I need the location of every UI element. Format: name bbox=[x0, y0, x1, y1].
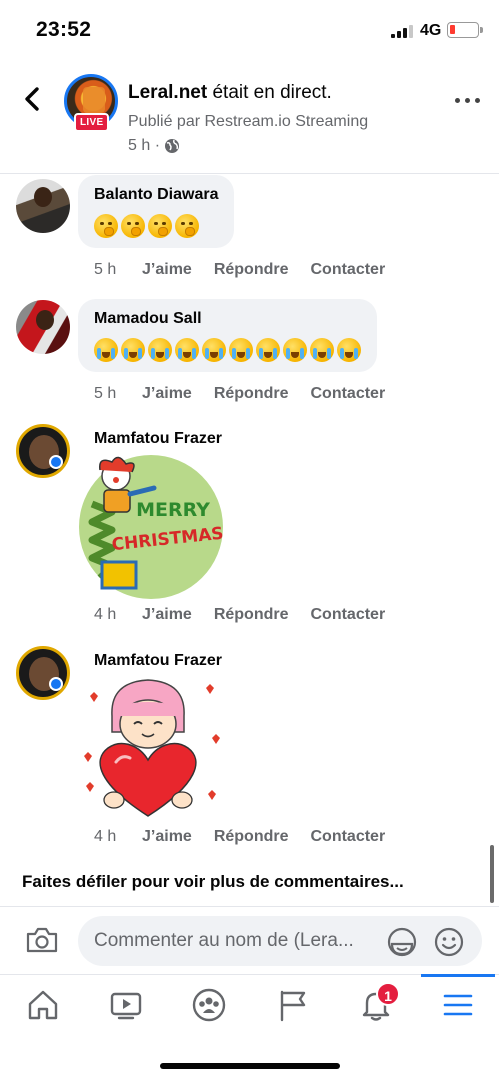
emoji-icon[interactable] bbox=[434, 927, 464, 957]
post-meta: 5 h · bbox=[128, 137, 180, 155]
back-icon[interactable] bbox=[18, 84, 48, 114]
crying-face-emoji bbox=[148, 338, 172, 362]
sticker-text-merry: MERRY bbox=[136, 499, 210, 521]
status-time: 23:52 bbox=[36, 18, 92, 41]
comment-author[interactable]: Balanto Diawara bbox=[94, 186, 218, 204]
contact-button[interactable]: Contacter bbox=[310, 828, 385, 846]
crying-face-emoji bbox=[121, 338, 145, 362]
comment-actions: 4 h J’aime Répondre Contacter bbox=[94, 828, 407, 846]
tab-home[interactable] bbox=[12, 975, 72, 1037]
tab-pages[interactable] bbox=[262, 975, 322, 1037]
commenter-avatar[interactable] bbox=[16, 646, 70, 700]
home-icon bbox=[28, 990, 58, 1020]
tab-groups[interactable] bbox=[178, 975, 238, 1037]
contact-button[interactable]: Contacter bbox=[310, 606, 385, 624]
crying-face-emoji bbox=[283, 338, 307, 362]
like-button[interactable]: J’aime bbox=[142, 261, 192, 279]
bottom-tab-bar bbox=[0, 974, 499, 1036]
more-options-icon[interactable] bbox=[453, 98, 483, 108]
reply-button[interactable]: Répondre bbox=[214, 606, 289, 624]
crying-face-emoji bbox=[94, 338, 118, 362]
crying-face-emoji bbox=[310, 338, 334, 362]
publisher-text: Publié par Restream.io Streaming bbox=[128, 113, 369, 130]
like-button[interactable]: J’aime bbox=[142, 828, 192, 846]
like-button[interactable]: J’aime bbox=[142, 606, 192, 624]
cellular-signal-icon bbox=[391, 24, 413, 38]
merry-christmas-sticker[interactable]: MERRY CHRISTMAS! bbox=[78, 454, 224, 600]
groups-icon bbox=[192, 988, 226, 1022]
reply-button[interactable]: Répondre bbox=[214, 828, 289, 846]
comment-actions: 4 h J’aime Répondre Contacter bbox=[94, 606, 407, 624]
commenter-avatar[interactable] bbox=[16, 300, 70, 354]
crying-face-emoji bbox=[229, 338, 253, 362]
contact-button[interactable]: Contacter bbox=[310, 261, 385, 279]
reply-button[interactable]: Répondre bbox=[214, 261, 289, 279]
globe-icon bbox=[165, 139, 180, 153]
comment-composer bbox=[0, 906, 499, 972]
commenter-avatar[interactable] bbox=[16, 179, 70, 233]
tab-menu[interactable] bbox=[421, 974, 495, 1037]
scrollbar[interactable] bbox=[490, 845, 494, 903]
status-bar: 23:52 4G bbox=[0, 0, 499, 60]
comment-author[interactable]: Mamfatou Frazer bbox=[94, 652, 222, 670]
crying-face-emoji bbox=[337, 338, 361, 362]
sticker-icon[interactable] bbox=[386, 926, 418, 958]
contact-button[interactable]: Contacter bbox=[310, 385, 385, 403]
crying-face-emoji bbox=[175, 338, 199, 362]
comment-actions: 5 h J’aime Répondre Contacter bbox=[94, 261, 407, 279]
menu-icon bbox=[443, 994, 473, 1016]
page-name-link[interactable]: Leral.net bbox=[128, 82, 207, 103]
post-title-suffix: était en direct. bbox=[207, 82, 332, 103]
battery-icon bbox=[447, 22, 483, 38]
comment-emojis bbox=[94, 214, 218, 238]
commenter-avatar[interactable] bbox=[16, 424, 70, 478]
comment-time: 5 h bbox=[94, 385, 117, 402]
comment-time: 4 h bbox=[94, 606, 117, 623]
load-more-comments-link[interactable]: Faites défiler pour voir plus de comment… bbox=[22, 872, 404, 892]
comment-input[interactable] bbox=[78, 916, 482, 966]
shushing-face-emoji bbox=[121, 214, 145, 238]
flag-icon bbox=[280, 990, 306, 1022]
girl-heart-sticker[interactable] bbox=[78, 676, 224, 822]
comment-emojis bbox=[94, 338, 361, 362]
camera-icon[interactable] bbox=[26, 927, 58, 953]
notification-badge: 1 bbox=[376, 982, 400, 1006]
watch-icon bbox=[110, 992, 142, 1020]
live-badge: LIVE bbox=[74, 113, 110, 132]
comment-author[interactable]: Mamadou Sall bbox=[94, 310, 361, 328]
comment-author[interactable]: Mamfatou Frazer bbox=[94, 430, 222, 448]
network-type: 4G bbox=[420, 22, 442, 39]
post-header: LIVE Leral.net était en direct. Publié p… bbox=[0, 62, 499, 174]
tab-watch[interactable] bbox=[95, 975, 155, 1037]
comment-bubble: Mamadou Sall bbox=[78, 299, 377, 372]
like-button[interactable]: J’aime bbox=[142, 385, 192, 403]
comment-time: 4 h bbox=[94, 828, 117, 845]
shushing-face-emoji bbox=[148, 214, 172, 238]
home-indicator bbox=[160, 1063, 340, 1069]
post-time: 5 h · bbox=[128, 137, 161, 154]
comment-bubble: Balanto Diawara bbox=[78, 175, 235, 248]
post-title: Leral.net était en direct. bbox=[128, 82, 332, 104]
shushing-face-emoji bbox=[175, 214, 199, 238]
shushing-face-emoji bbox=[94, 214, 118, 238]
crying-face-emoji bbox=[202, 338, 226, 362]
crying-face-emoji bbox=[256, 338, 280, 362]
reply-button[interactable]: Répondre bbox=[214, 385, 289, 403]
comment-actions: 5 h J’aime Répondre Contacter bbox=[94, 385, 407, 403]
comment-time: 5 h bbox=[94, 261, 117, 278]
